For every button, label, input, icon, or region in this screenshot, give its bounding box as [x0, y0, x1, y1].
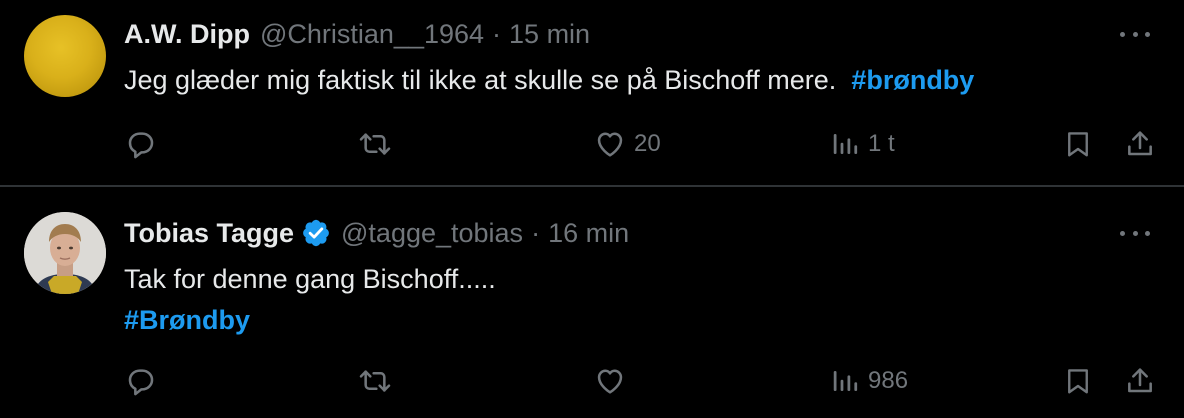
views-icon — [833, 134, 858, 154]
author-handle[interactable]: @tagge_tobias — [341, 218, 523, 249]
tweet-time[interactable]: 15 min — [509, 19, 590, 50]
views-count: 1 t — [868, 130, 895, 157]
verified-icon[interactable] — [301, 218, 331, 248]
tweet-text: Tak for denne gang Bischoff..... #Brøndb… — [124, 259, 496, 341]
tweet-text: Jeg glæder mig faktisk til ikke at skull… — [124, 60, 974, 101]
hashtag-link[interactable]: #Brøndby — [124, 300, 496, 341]
tweet-body: Jeg glæder mig faktisk til ikke at skull… — [124, 65, 837, 95]
more-icon[interactable] — [1120, 29, 1150, 39]
bookmark-icon — [1068, 132, 1088, 157]
views-count: 986 — [868, 367, 909, 394]
reply-icon — [128, 132, 154, 159]
tweet-header: Tobias Tagge @tagge_tobias · 16 min — [124, 216, 629, 250]
reply-icon — [128, 369, 154, 396]
tweet-time[interactable]: 16 min — [548, 218, 629, 249]
retweet-button[interactable] — [357, 124, 393, 164]
bookmark-icon — [1068, 369, 1088, 394]
action-bar: 986 — [0, 361, 1184, 401]
hashtag-link[interactable]: #brøndby — [851, 65, 974, 95]
views-button[interactable]: 1 t — [830, 124, 895, 164]
like-count: 20 — [634, 130, 661, 157]
reply-button[interactable] — [124, 124, 156, 164]
author-handle[interactable]: @Christian__1964 — [260, 19, 484, 50]
separator-dot: · — [531, 217, 541, 248]
share-icon — [1128, 131, 1152, 156]
more-icon[interactable] — [1120, 228, 1150, 238]
share-icon — [1128, 368, 1152, 393]
retweet-button[interactable] — [357, 361, 393, 401]
avatar[interactable] — [24, 212, 106, 294]
share-button[interactable] — [1124, 124, 1156, 164]
retweet-icon — [359, 370, 391, 392]
tweet-body: Tak for denne gang Bischoff..... — [124, 264, 496, 294]
like-icon — [597, 132, 623, 157]
like-button[interactable] — [594, 361, 626, 401]
separator-dot: · — [492, 18, 502, 49]
views-button[interactable]: 986 — [830, 361, 908, 401]
tweet-header: A.W. Dipp @Christian__1964 · 15 min — [124, 17, 590, 51]
share-button[interactable] — [1124, 361, 1156, 401]
author-name[interactable]: A.W. Dipp — [124, 19, 250, 50]
reply-button[interactable] — [124, 361, 156, 401]
retweet-icon — [359, 133, 391, 155]
avatar[interactable] — [24, 15, 106, 97]
profile-photo-icon — [24, 212, 106, 294]
like-icon — [597, 369, 623, 394]
tweet[interactable]: A.W. Dipp @Christian__1964 · 15 min Jeg … — [0, 0, 1184, 186]
bookmark-button[interactable] — [1063, 124, 1093, 164]
like-button[interactable]: 20 — [594, 124, 661, 164]
bookmark-button[interactable] — [1063, 361, 1093, 401]
action-bar: 20 1 t — [0, 124, 1184, 164]
views-icon — [833, 371, 858, 391]
timeline-feed: A.W. Dipp @Christian__1964 · 15 min Jeg … — [0, 0, 1184, 418]
tweet[interactable]: Tobias Tagge @tagge_tobias · 16 min Tak … — [0, 187, 1184, 418]
author-name[interactable]: Tobias Tagge — [124, 218, 294, 249]
